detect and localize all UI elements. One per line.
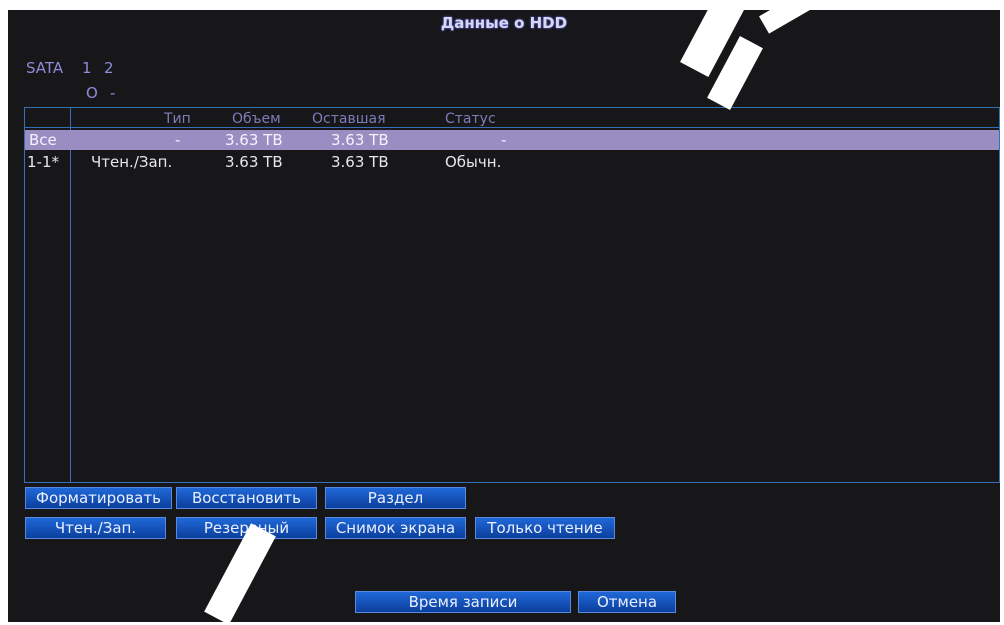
sata-port-1-status: O [86, 84, 98, 102]
row-status: Обычн. [445, 153, 502, 171]
sata-port-2-number[interactable]: 2 [104, 59, 126, 77]
row-remaining: 3.63 TB [331, 131, 389, 149]
sata-port-2-status: - [110, 84, 116, 102]
window-title: Данные о HDD [440, 14, 568, 32]
row-status: - [501, 131, 507, 149]
row-type: - [175, 131, 181, 149]
table-row-all[interactable]: Все - 3.63 TB 3.63 TB - [25, 130, 999, 150]
format-button[interactable]: Форматировать [25, 487, 172, 509]
hdd-table: Тип Объем Оставшая Статус Все - 3.63 TB … [24, 107, 1000, 483]
sata-label: SATA [26, 59, 64, 77]
hdd-info-window: Данные о HDD SATA 1 2 O - Тип Объем Оста… [8, 10, 1000, 622]
header-status: Статус [445, 111, 496, 127]
row-capacity: 3.63 TB [225, 131, 283, 149]
record-time-button[interactable]: Время записи [355, 591, 571, 613]
row-remaining: 3.63 TB [331, 153, 389, 171]
table-header-divider [25, 127, 999, 128]
row-id: Все [29, 131, 57, 149]
row-id: 1-1* [27, 153, 59, 171]
snapshot-button[interactable]: Снимок экрана [325, 517, 466, 539]
read-write-button[interactable]: Чтен./Зап. [25, 517, 166, 539]
partition-button[interactable]: Раздел [325, 487, 466, 509]
row-type: Чтен./Зап. [91, 153, 173, 171]
header-remaining: Оставшая [312, 111, 386, 127]
restore-button[interactable]: Восстановить [176, 487, 317, 509]
cancel-button[interactable]: Отмена [578, 591, 676, 613]
header-capacity: Объем [232, 111, 281, 127]
table-row-disk-1-1[interactable]: 1-1* Чтен./Зап. 3.63 TB 3.63 TB Обычн. [25, 152, 999, 172]
sata-ports-row: SATA 1 2 [26, 59, 126, 77]
header-type: Тип [164, 111, 191, 127]
row-capacity: 3.63 TB [225, 153, 283, 171]
read-only-button[interactable]: Только чтение [475, 517, 615, 539]
sata-port-1-number[interactable]: 1 [82, 59, 104, 77]
